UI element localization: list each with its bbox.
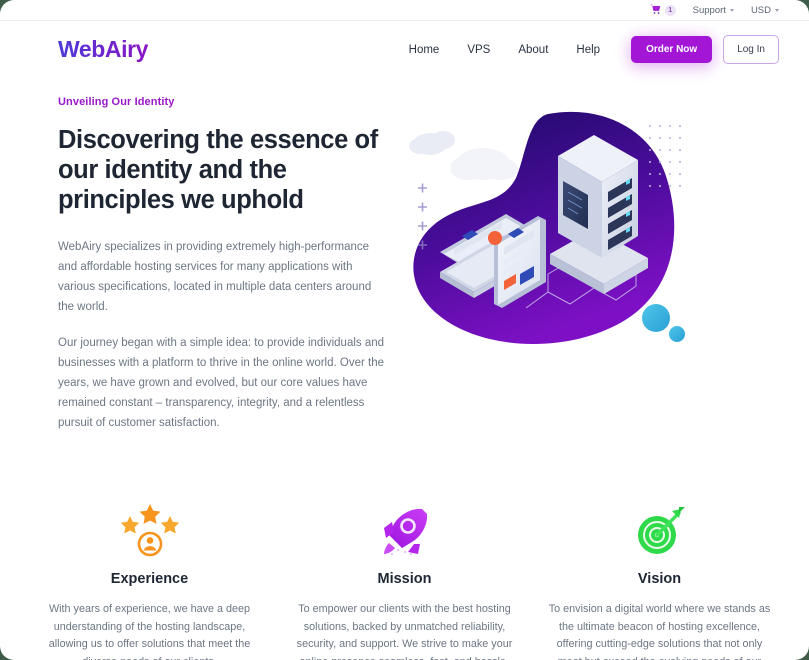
hero-eyebrow: Unveiling Our Identity	[58, 96, 175, 108]
nav-item-about[interactable]: About	[504, 44, 562, 56]
logo[interactable]: WebAiry	[58, 36, 148, 63]
rocket-icon	[291, 494, 518, 566]
page-root: 1 Support USD WebAiry Home VPS About Hel…	[0, 0, 809, 660]
feature-card-vision: Vision To envision a digital world where…	[532, 494, 787, 660]
utility-topbar: 1 Support USD	[0, 0, 809, 21]
order-now-button[interactable]: Order Now	[631, 36, 713, 63]
currency-label: USD	[750, 4, 771, 16]
hero-illustration	[388, 96, 779, 449]
cart-button[interactable]: 1	[649, 3, 676, 18]
nav-item-help[interactable]: Help	[562, 44, 614, 56]
support-label: Support	[692, 4, 726, 16]
feature-card-mission: Mission To empower our clients with the …	[277, 494, 532, 660]
feature-title: Mission	[377, 571, 432, 587]
nav-item-home[interactable]: Home	[395, 44, 454, 56]
log-in-button[interactable]: Log In	[723, 35, 779, 64]
feature-card-experience: Experience With years of experience, we …	[22, 494, 277, 660]
cart-count-badge: 1	[664, 4, 676, 16]
page-title: Discovering the essence of our identity …	[58, 126, 378, 214]
currency-menu[interactable]: USD	[751, 5, 779, 16]
features-section: Experience With years of experience, we …	[0, 449, 809, 660]
feature-title: Experience	[110, 571, 189, 587]
nav-item-vps[interactable]: VPS	[453, 44, 504, 56]
target-arrow-icon	[546, 494, 773, 566]
feature-description: With years of experience, we have a deep…	[48, 603, 251, 660]
chevron-down-icon	[775, 8, 779, 12]
site-header: WebAiry Home VPS About Help Order Now Lo…	[0, 21, 809, 78]
stars-user-icon	[36, 494, 263, 566]
feature-description: To envision a digital world where we sta…	[548, 603, 771, 660]
cart-icon	[649, 3, 662, 18]
hero-paragraph-2: Our journey began with a simple idea: to…	[58, 337, 385, 429]
hero-section: Unveiling Our Identity Discovering the e…	[0, 78, 809, 449]
support-menu[interactable]: Support	[693, 5, 734, 16]
feature-description: To empower our clients with the best hos…	[296, 603, 513, 660]
main-nav: Home VPS About Help Order Now Log In	[395, 35, 779, 64]
hero-text-column: Unveiling Our Identity Discovering the e…	[58, 96, 388, 449]
feature-title: Vision	[637, 571, 682, 587]
chevron-down-icon	[729, 8, 734, 12]
hero-paragraph-1: WebAiry specializes in providing extreme…	[58, 241, 372, 313]
